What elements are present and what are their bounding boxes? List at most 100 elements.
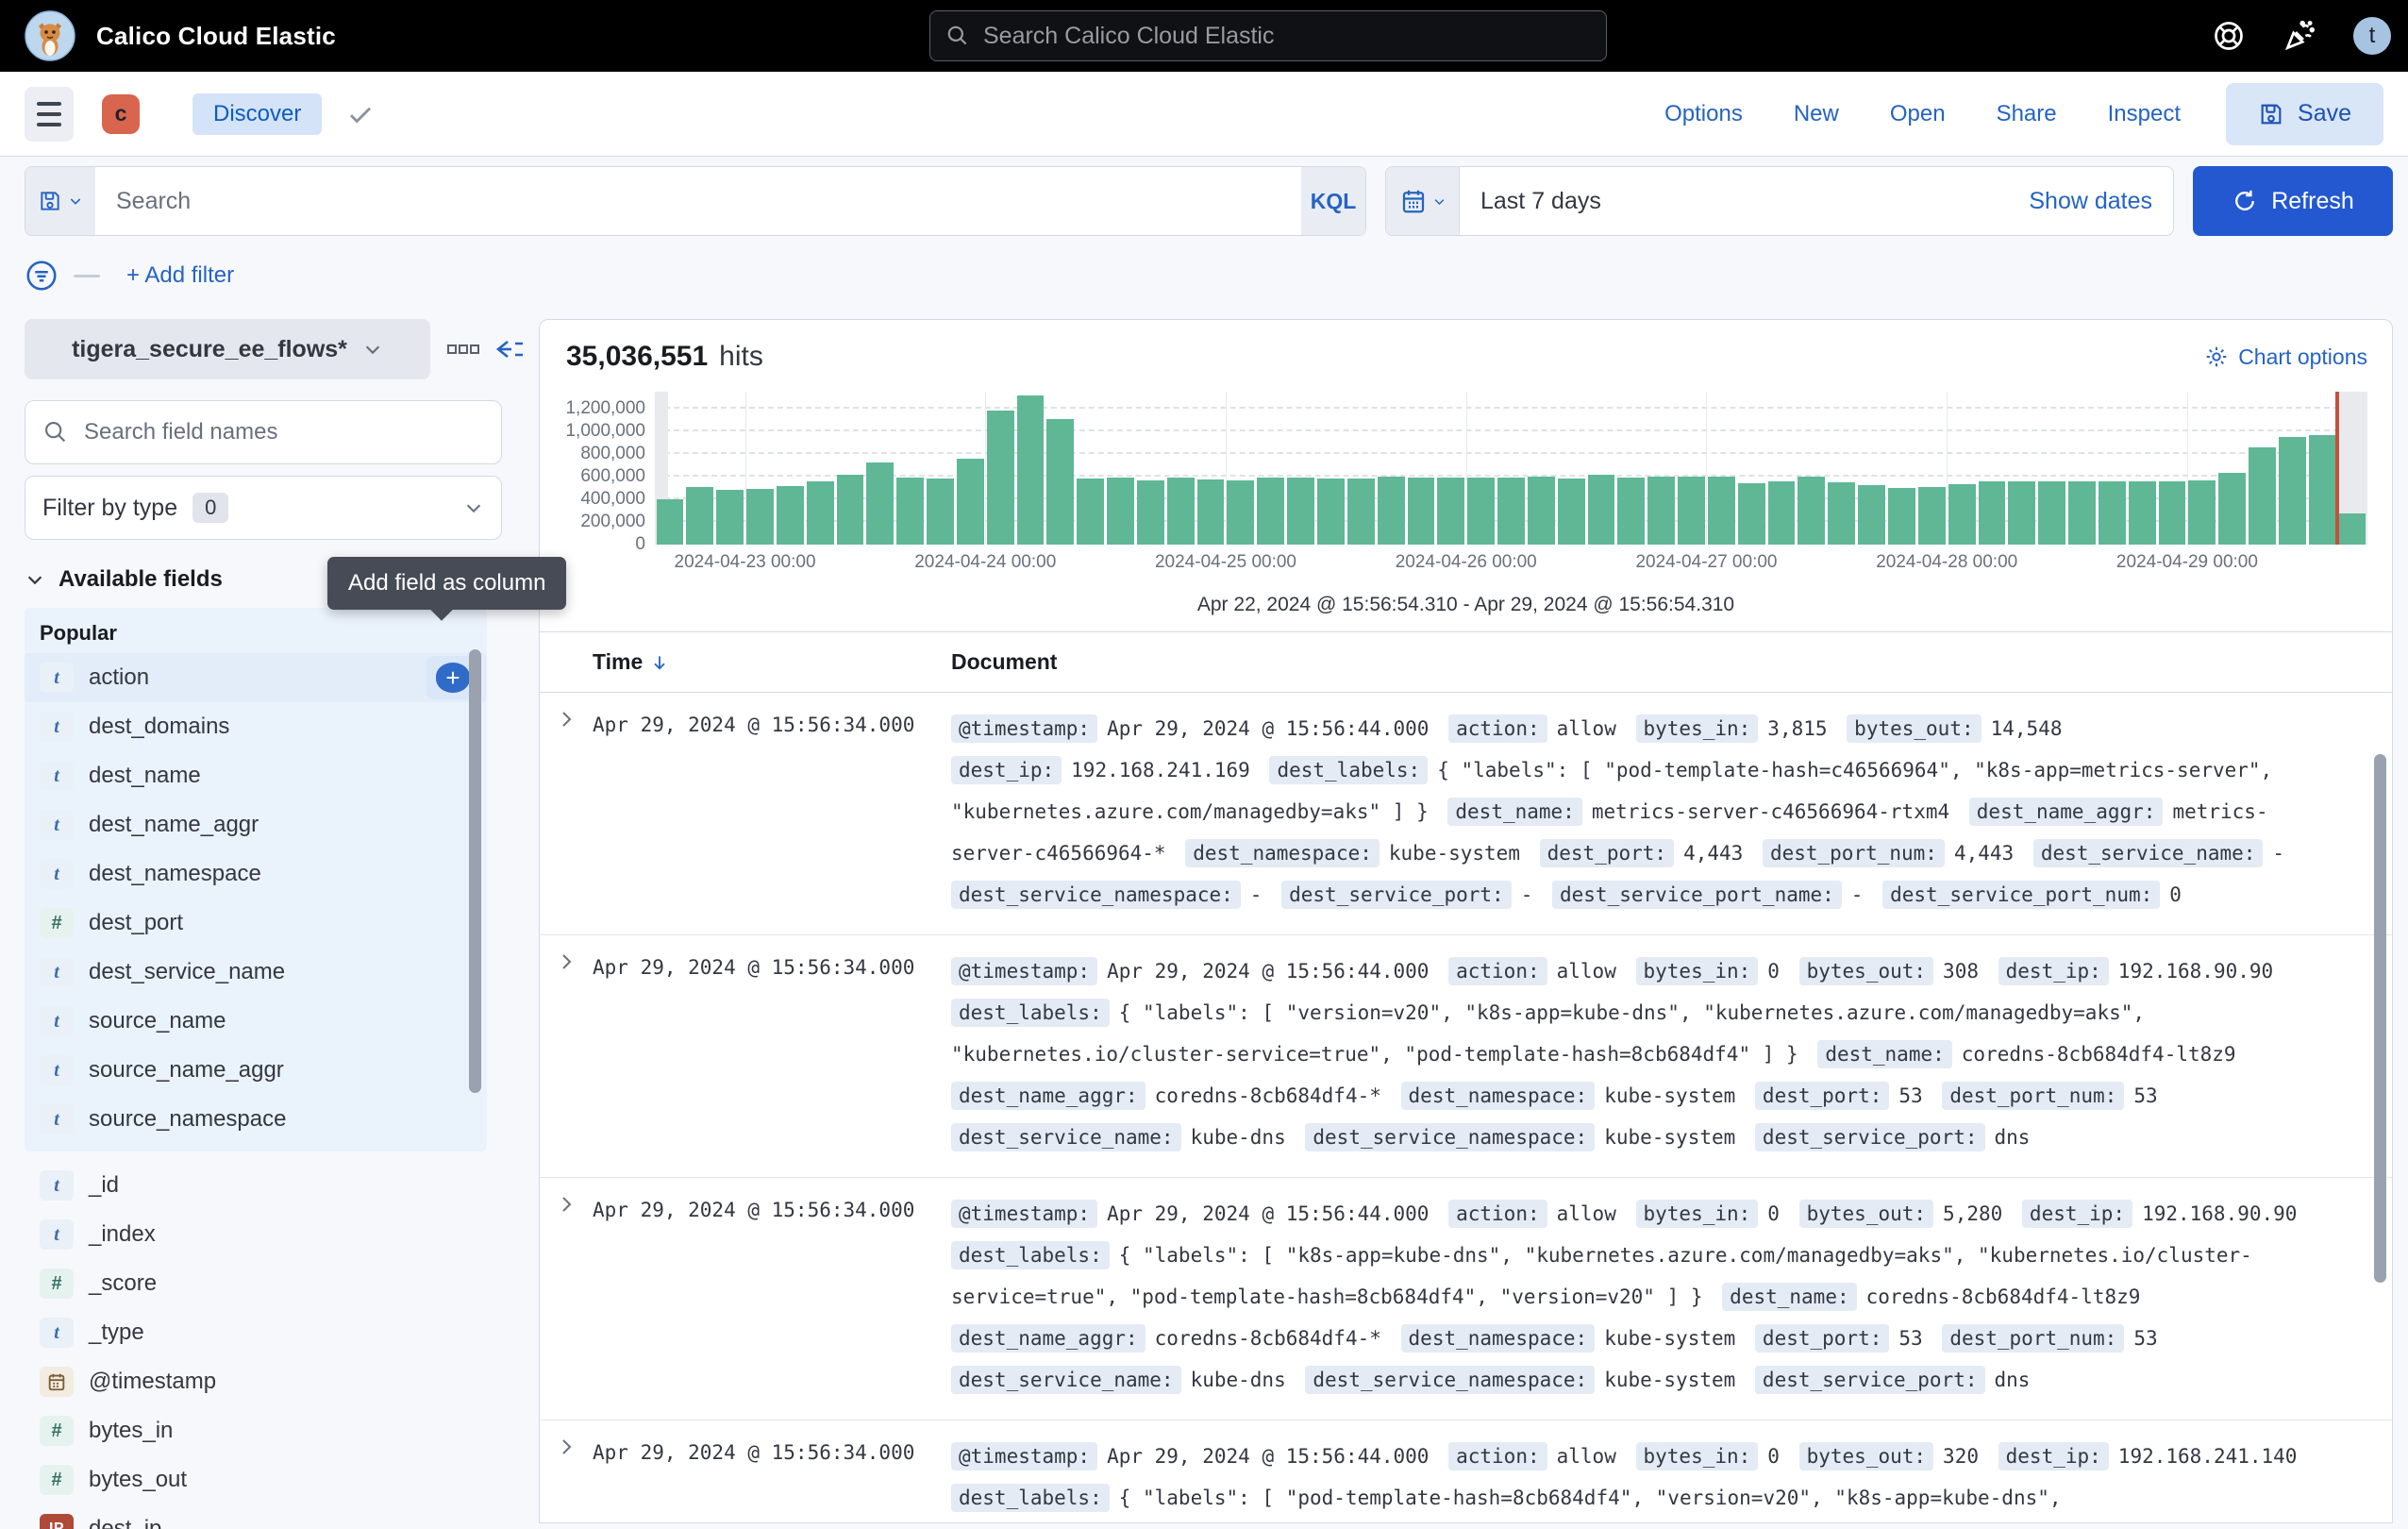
doc-field-key[interactable]: dest_service_name: (951, 1366, 1181, 1394)
histogram-bar[interactable] (927, 479, 954, 545)
doc-field-key[interactable]: dest_labels: (951, 1484, 1110, 1512)
kql-button[interactable]: KQL (1301, 167, 1365, 235)
doc-field-key[interactable]: dest_labels: (951, 1241, 1110, 1269)
histogram-bar[interactable] (746, 489, 774, 545)
histogram-bar[interactable] (2129, 481, 2156, 545)
histogram-bar[interactable] (686, 487, 713, 545)
field-item-dest_namespace[interactable]: tdest_namespace (25, 849, 487, 899)
options-button[interactable]: Options (1664, 101, 1743, 127)
histogram-bar[interactable] (957, 459, 984, 545)
boxes-horizontal-icon[interactable] (447, 343, 479, 356)
doc-field-key[interactable]: action: (1448, 1200, 1547, 1228)
query-input[interactable] (95, 167, 1301, 235)
histogram-bar[interactable] (2068, 481, 2096, 545)
histogram-bar[interactable] (1948, 484, 1976, 545)
doc-field-key[interactable]: dest_port: (1755, 1324, 1889, 1353)
field-item-dest_service_name[interactable]: tdest_service_name (25, 948, 487, 997)
histogram-bar[interactable] (2309, 435, 2336, 545)
histogram-bar[interactable] (1317, 479, 1345, 545)
inspect-button[interactable]: Inspect (2108, 101, 2181, 127)
doc-field-key[interactable]: dest_service_port: (1755, 1123, 1985, 1151)
doc-field-key[interactable]: @timestamp: (951, 1200, 1097, 1228)
histogram-bar[interactable] (1617, 478, 1645, 545)
time-column-header[interactable]: Time (593, 649, 669, 675)
doc-field-key[interactable]: bytes_out: (1799, 957, 1933, 985)
doc-field-key[interactable]: dest_port_num: (1942, 1324, 2124, 1353)
doc-field-key[interactable]: dest_service_name: (951, 1123, 1181, 1151)
field-item-dest_name_aggr[interactable]: tdest_name_aggr (25, 800, 487, 849)
histogram-bar[interactable] (1798, 477, 1825, 545)
user-avatar[interactable]: t (2353, 17, 2391, 55)
histogram-bar[interactable] (807, 481, 834, 545)
histogram-bar[interactable] (1408, 478, 1435, 545)
histogram-bar[interactable] (2038, 481, 2065, 545)
doc-field-key[interactable]: dest_service_port: (1755, 1366, 1985, 1394)
global-search-input[interactable] (983, 23, 1591, 50)
histogram-bar[interactable] (1077, 479, 1104, 545)
histogram-bar[interactable] (1558, 479, 1585, 545)
histogram-plot[interactable] (655, 392, 2367, 545)
doc-field-key[interactable]: dest_labels: (951, 999, 1110, 1027)
field-item-_score[interactable]: #_score (25, 1259, 487, 1308)
expand-row-icon[interactable] (540, 708, 593, 740)
global-search[interactable] (929, 10, 1607, 61)
app-logo-icon[interactable] (25, 10, 75, 61)
doc-field-key[interactable]: dest_service_namespace: (1305, 1123, 1595, 1151)
doc-field-key[interactable]: dest_name: (1722, 1283, 1856, 1311)
field-search-input[interactable] (84, 419, 484, 445)
histogram-bar[interactable] (1678, 477, 1705, 545)
histogram-bar[interactable] (2188, 480, 2216, 545)
histogram-bar[interactable] (1979, 481, 2006, 545)
field-item-dest_ip[interactable]: IPdest_ip (25, 1504, 487, 1529)
time-range-value[interactable]: Last 7 days (1480, 188, 1601, 215)
doc-field-key[interactable]: action: (1448, 714, 1547, 743)
doc-field-key[interactable]: dest_service_namespace: (1305, 1366, 1595, 1394)
histogram-bar[interactable] (1017, 395, 1045, 545)
doc-field-key[interactable]: dest_ip: (951, 756, 1062, 784)
histogram-bar[interactable] (1918, 487, 1946, 545)
histogram-bar[interactable] (2008, 481, 2035, 545)
histogram-bar[interactable] (896, 478, 924, 545)
field-item-_index[interactable]: t_index (25, 1210, 487, 1259)
doc-field-key[interactable]: dest_namespace: (1185, 839, 1380, 867)
histogram-bar[interactable] (2249, 447, 2276, 545)
index-pattern-select[interactable]: tigera_secure_ee_flows* (25, 319, 430, 379)
doc-field-key[interactable]: @timestamp: (951, 957, 1097, 985)
open-button[interactable]: Open (1890, 101, 1946, 127)
doc-field-key[interactable]: bytes_out: (1847, 714, 1981, 743)
doc-field-key[interactable]: dest_ip: (2022, 1200, 2132, 1228)
doc-field-key[interactable]: bytes_in: (1636, 714, 1759, 743)
histogram-bar[interactable] (1888, 488, 1915, 545)
field-item-dest_domains[interactable]: tdest_domains (25, 702, 487, 751)
doc-field-key[interactable]: dest_name_aggr: (951, 1324, 1145, 1353)
calendar-icon[interactable] (1386, 167, 1460, 235)
doc-field-key[interactable]: dest_service_name: (2033, 839, 2264, 867)
filter-by-type-select[interactable]: Filter by type 0 (25, 476, 502, 540)
doc-field-key[interactable]: dest_labels: (1269, 756, 1428, 784)
histogram-bar[interactable] (1828, 482, 1855, 545)
menu-icon[interactable] (25, 87, 74, 142)
histogram-bar[interactable] (2218, 473, 2246, 545)
doc-field-key[interactable]: bytes_in: (1636, 1200, 1759, 1228)
histogram-bar[interactable] (716, 490, 744, 545)
doc-field-key[interactable]: dest_service_port_num: (1882, 881, 2160, 909)
histogram-bar[interactable] (1437, 478, 1464, 545)
share-button[interactable]: Share (1997, 101, 2057, 127)
doc-field-key[interactable]: dest_name_aggr: (951, 1082, 1145, 1110)
histogram-bar[interactable] (1708, 477, 1735, 545)
field-item-bytes_out[interactable]: #bytes_out (25, 1455, 487, 1504)
histogram-bar[interactable] (1768, 481, 1796, 545)
doc-field-key[interactable]: dest_namespace: (1401, 1324, 1596, 1353)
field-item-dest_port[interactable]: #dest_port (25, 899, 487, 948)
saved-queries-icon[interactable] (25, 167, 95, 235)
breadcrumb[interactable]: Discover (192, 93, 322, 135)
histogram-bar[interactable] (1588, 475, 1615, 545)
doc-field-key[interactable]: dest_name: (1817, 1040, 1951, 1068)
histogram-bar[interactable] (1046, 419, 1074, 545)
histogram-bar[interactable] (837, 475, 864, 545)
histogram-bar[interactable] (1137, 480, 1164, 545)
new-button[interactable]: New (1794, 101, 1839, 127)
doc-field-key[interactable]: dest_port_num: (1763, 839, 1945, 867)
doc-field-key[interactable]: bytes_out: (1799, 1442, 1933, 1470)
doc-field-key[interactable]: dest_name: (1447, 798, 1581, 826)
